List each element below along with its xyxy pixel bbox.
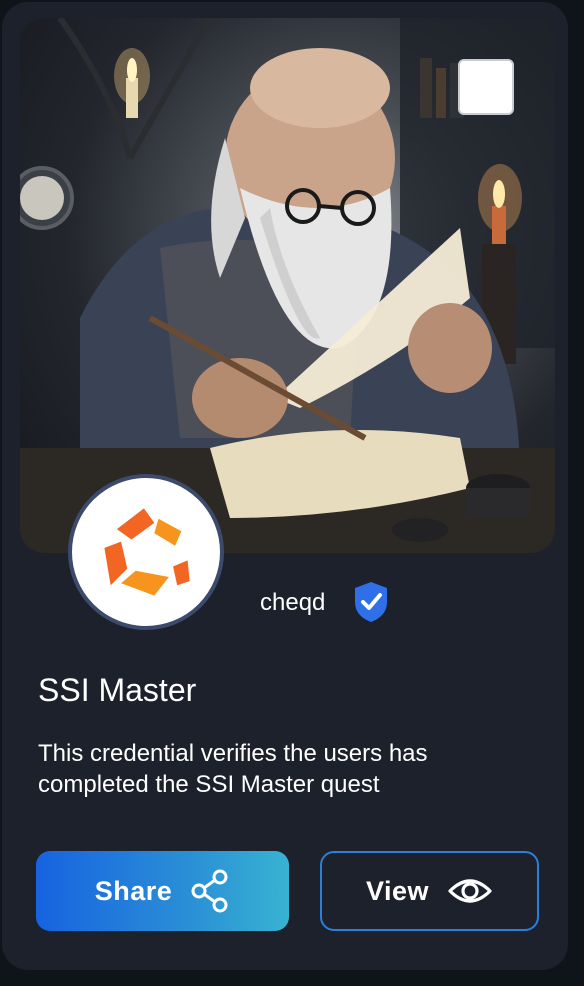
eye-icon [448, 879, 492, 903]
select-credential-checkbox[interactable] [458, 59, 514, 115]
view-button-label: View [365, 875, 430, 906]
credential-title: SSI Master [38, 672, 197, 708]
share-icon [191, 869, 228, 913]
share-button[interactable]: Share [36, 851, 289, 931]
issuer-name: cheqd [260, 589, 326, 616]
cheqd-logo-icon [104, 508, 190, 596]
issuer-avatar [68, 474, 224, 630]
verified-shield-icon [352, 580, 390, 624]
credential-card: cheqd SSI Master This credential verifie… [2, 2, 568, 970]
credential-description: This credential verifies the users has c… [38, 740, 428, 798]
view-button[interactable]: View [320, 851, 539, 931]
share-button-label: Share [94, 875, 173, 906]
